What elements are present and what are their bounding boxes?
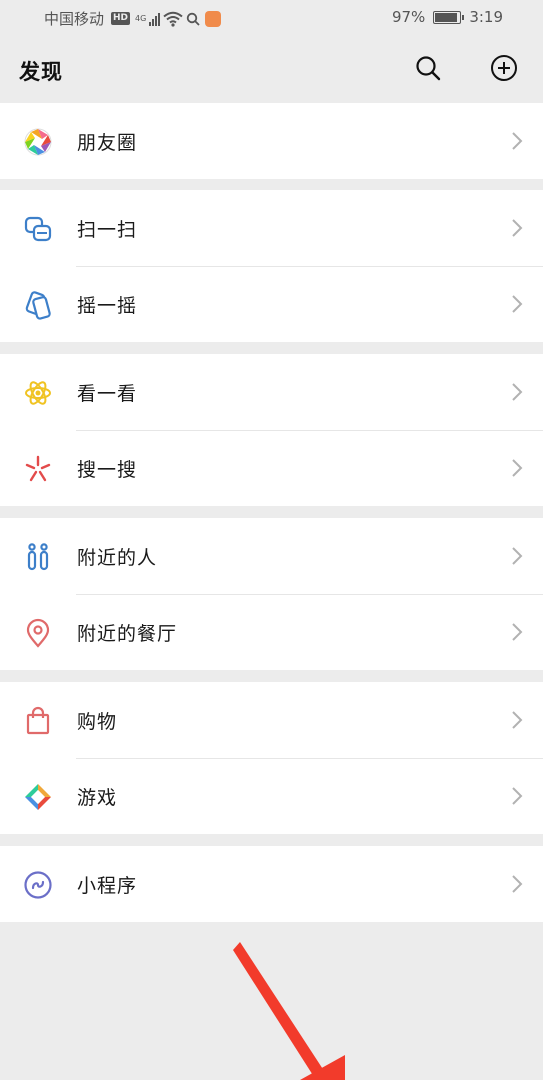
moments-aperture-icon	[22, 126, 54, 158]
chevron-right-icon	[512, 383, 523, 401]
menu-label-shake: 摇一摇	[77, 294, 138, 317]
plus-circle-icon	[491, 55, 517, 81]
clock: 3:19	[469, 8, 503, 26]
location-pin-icon	[22, 617, 54, 649]
chevron-right-icon	[512, 875, 523, 893]
group-mini-programs: 小程序	[0, 846, 543, 922]
page-header: 发现	[0, 36, 543, 102]
people-nearby-icon	[22, 541, 54, 573]
network-type: 4G	[135, 13, 147, 23]
games-diamond-icon	[22, 781, 54, 813]
chevron-right-icon	[512, 132, 523, 150]
menu-item-shake[interactable]: 摇一摇	[0, 266, 543, 342]
wifi-icon	[163, 11, 183, 27]
shopping-bag-icon	[22, 705, 54, 737]
scan-icon	[22, 213, 54, 245]
shake-icon	[22, 289, 54, 321]
search-sparkle-icon	[22, 453, 54, 485]
menu-item-search[interactable]: 搜一搜	[0, 430, 543, 506]
group-shopping-games: 购物 游戏	[0, 682, 543, 834]
top-stories-icon	[22, 377, 54, 409]
signal-icon	[149, 12, 161, 26]
chevron-right-icon	[512, 623, 523, 641]
menu-item-people-nearby[interactable]: 附近的人	[0, 518, 543, 594]
menu-label-top-stories: 看一看	[77, 382, 138, 405]
status-bar: 中国移动 HD 4G 97% 3:19	[0, 0, 543, 36]
menu-item-mini-programs[interactable]: 小程序	[0, 846, 543, 922]
add-button[interactable]	[489, 53, 519, 83]
menu-item-shopping[interactable]: 购物	[0, 682, 543, 758]
chevron-right-icon	[512, 547, 523, 565]
page-title: 发现	[19, 60, 63, 84]
chevron-right-icon	[512, 219, 523, 237]
chevron-right-icon	[512, 459, 523, 477]
menu-label-people-nearby: 附近的人	[77, 546, 158, 569]
menu-label-moments: 朋友圈	[77, 131, 138, 154]
hd-badge: HD	[111, 12, 131, 25]
search-button[interactable]	[413, 53, 443, 83]
group-moments: 朋友圈	[0, 103, 543, 179]
search-status-icon	[187, 12, 200, 26]
group-nearby: 附近的人 附近的餐厅	[0, 518, 543, 670]
menu-label-games: 游戏	[77, 786, 118, 809]
menu-label-scan: 扫一扫	[77, 218, 138, 241]
chevron-right-icon	[512, 295, 523, 313]
status-right: 97% 3:19	[392, 8, 503, 26]
menu-item-scan[interactable]: 扫一扫	[0, 190, 543, 266]
menu-item-restaurants-nearby[interactable]: 附近的餐厅	[0, 594, 543, 670]
menu-label-restaurants-nearby: 附近的餐厅	[77, 622, 178, 645]
battery-icon	[433, 10, 465, 24]
mini-programs-icon	[22, 869, 54, 901]
group-scan-shake: 扫一扫 摇一摇	[0, 190, 543, 342]
menu-item-top-stories[interactable]: 看一看	[0, 354, 543, 430]
menu-label-mini-programs: 小程序	[77, 874, 138, 897]
chevron-right-icon	[512, 711, 523, 729]
carrier-label: 中国移动	[44, 10, 105, 28]
menu-item-games[interactable]: 游戏	[0, 758, 543, 834]
status-left: 中国移动 HD 4G	[44, 8, 222, 29]
battery-percentage: 97%	[391, 8, 426, 26]
menu-item-moments[interactable]: 朋友圈	[0, 103, 543, 179]
search-icon	[416, 56, 441, 81]
chevron-right-icon	[512, 787, 523, 805]
menu-label-search: 搜一搜	[77, 458, 138, 481]
group-stories-search: 看一看 搜一搜	[0, 354, 543, 506]
menu-label-shopping: 购物	[77, 710, 118, 733]
notification-app-icon	[205, 10, 222, 27]
